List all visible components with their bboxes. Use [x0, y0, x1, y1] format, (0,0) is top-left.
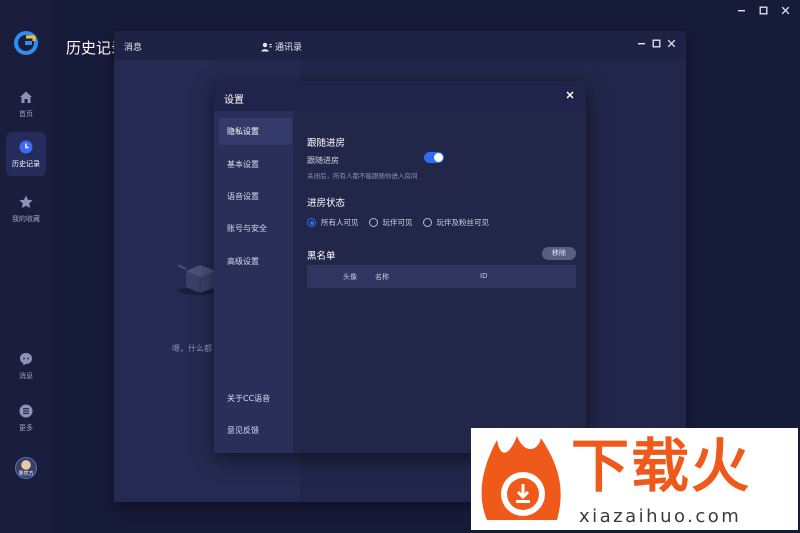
remove-button[interactable]: 移除 [542, 247, 576, 260]
avatar[interactable]: 果然方 [15, 457, 37, 479]
tab-messages-label: 消息 [124, 43, 143, 53]
radio-dot [368, 218, 378, 227]
empty-state-text: 嗯，什么都 [172, 344, 212, 353]
settings-nav-basic[interactable]: 基本设置 [219, 151, 292, 178]
sidebar: 首页 历史记录 我的收藏 消息 更多 果然方 [0, 0, 52, 533]
minimize-icon [737, 9, 745, 11]
close-icon[interactable] [564, 89, 576, 101]
sidebar-item-label: 更多 [19, 424, 33, 432]
empty-box-icon [177, 264, 218, 295]
settings-nav-privacy[interactable]: 隐私设置 [219, 118, 292, 145]
star-icon [19, 195, 33, 208]
app-logo-icon [14, 31, 38, 55]
follow-toggle[interactable] [424, 152, 444, 163]
settings-title: 设置 [224, 95, 244, 106]
message-window-controls [637, 39, 676, 48]
close-icon [781, 6, 789, 14]
sidebar-item-label: 历史记录 [12, 160, 40, 168]
window-controls [732, 3, 794, 17]
sidebar-item-favorites[interactable]: 我的收藏 [6, 187, 46, 231]
column-header-avatar: 头像 [343, 273, 357, 281]
settings-nav-account[interactable]: 账号与安全 [219, 215, 292, 242]
sidebar-item-label: 首页 [19, 110, 33, 118]
maximize-button[interactable] [754, 3, 772, 17]
maximize-icon [759, 6, 767, 14]
follow-label: 跟随进房 [307, 156, 339, 165]
menu-icon [19, 404, 33, 418]
status-radio-group: 所有人可见 玩伴可见 玩伴及粉丝可见 [307, 217, 499, 228]
status-radio-friends[interactable]: 玩伴可见 [368, 217, 413, 228]
sidebar-item-label: 我的收藏 [12, 215, 40, 223]
column-header-name: 名称 [375, 273, 389, 281]
page-title: 历史记录 [66, 39, 114, 57]
watermark-title: 下载火 [571, 432, 752, 500]
settings-nav-about[interactable]: 关于CC语音 [219, 385, 292, 412]
close-icon[interactable] [667, 39, 676, 48]
column-header-id: ID [480, 272, 488, 280]
avatar-text: 果然方 [18, 471, 34, 477]
chat-icon [20, 353, 32, 366]
settings-nav-advanced[interactable]: 高级设置 [219, 248, 292, 275]
blacklist-title: 黑名单 [307, 251, 336, 262]
tab-contacts-label: 通讯录 [275, 43, 303, 53]
home-icon [20, 91, 32, 103]
follow-section-title: 跟随进房 [307, 138, 346, 149]
maximize-icon[interactable] [652, 39, 661, 48]
settings-dialog: 设置 隐私设置 基本设置 语音设置 账号与安全 高级设置 关于CC语音 意见反馈… [214, 81, 586, 453]
sidebar-item-home[interactable]: 首页 [6, 82, 46, 126]
sidebar-item-history[interactable]: 历史记录 [6, 132, 46, 176]
close-button[interactable] [776, 3, 794, 17]
watermark: 下载火 xiazaihuo.com [471, 428, 798, 530]
watermark-subtitle: xiazaihuo.com [579, 506, 742, 527]
tab-contacts[interactable]: 通讯录 [261, 40, 302, 53]
message-window-header: 消息 通讯录 [114, 31, 686, 60]
sidebar-item-label: 消息 [19, 372, 33, 380]
contacts-icon [261, 42, 272, 51]
settings-header: 设置 [214, 81, 586, 111]
minimize-icon[interactable] [637, 39, 646, 48]
privacy-settings-panel: 跟随进房 跟随进房 关闭后，所有人都不能跟随你进入房间 进房状态 所有人可见 玩… [293, 111, 586, 453]
status-radio-everyone[interactable]: 所有人可见 [307, 217, 359, 228]
radio-dot [307, 218, 316, 227]
settings-nav: 隐私设置 基本设置 语音设置 账号与安全 高级设置 关于CC语音 意见反馈 [214, 111, 293, 453]
radio-label: 所有人可见 [321, 218, 359, 227]
follow-hint: 关闭后，所有人都不能跟随你进入房间 [307, 172, 418, 180]
sidebar-item-more[interactable]: 更多 [6, 396, 46, 440]
settings-nav-voice[interactable]: 语音设置 [219, 183, 292, 210]
watermark-logo-icon [481, 436, 561, 520]
status-section-title: 进房状态 [307, 198, 346, 209]
sidebar-item-messages[interactable]: 消息 [6, 344, 46, 388]
settings-nav-feedback[interactable]: 意见反馈 [219, 417, 292, 444]
minimize-button[interactable] [732, 3, 750, 17]
radio-label: 玩伴及粉丝可见 [436, 218, 490, 227]
tab-messages[interactable]: 消息 [124, 40, 142, 53]
blacklist-table-header: 头像 名称 ID [307, 265, 576, 288]
radio-label: 玩伴可见 [382, 218, 413, 227]
clock-icon [19, 140, 33, 154]
status-radio-friends-fans[interactable]: 玩伴及粉丝可见 [422, 217, 490, 228]
radio-dot [422, 218, 432, 227]
